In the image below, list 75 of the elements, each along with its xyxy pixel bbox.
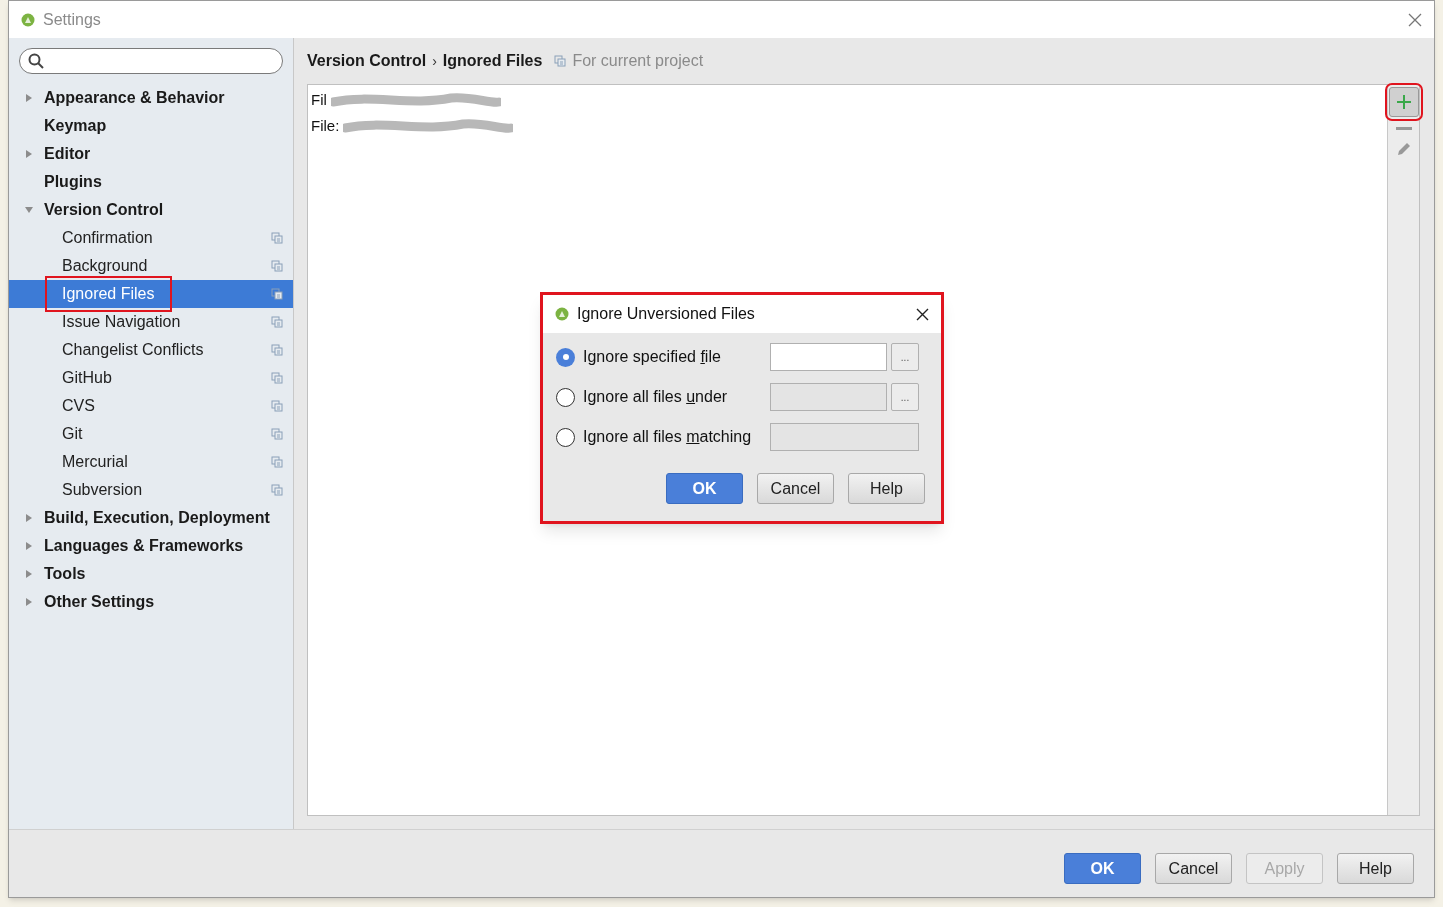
project-scope-icon <box>271 456 283 468</box>
sidebar-item[interactable]: Editor <box>44 142 91 166</box>
project-scope-icon <box>271 400 283 412</box>
breadcrumb-current: Ignored Files <box>442 51 543 71</box>
search-field[interactable] <box>19 48 283 74</box>
radio-label[interactable]: Ignore all files matching <box>583 425 770 449</box>
sidebar-item-label: Subversion <box>61 480 144 500</box>
sidebar-item-label: Git <box>61 424 84 444</box>
radio-button[interactable] <box>556 427 575 447</box>
project-scope-icon <box>554 55 567 67</box>
collapsed-arrow-icon[interactable] <box>24 149 34 159</box>
ok-button[interactable]: OK <box>666 473 743 504</box>
radio-button[interactable] <box>556 347 575 367</box>
dialog-title: Ignore Unversioned Files <box>577 304 755 324</box>
project-scope-icon <box>271 372 283 384</box>
expanded-arrow-icon[interactable] <box>24 205 34 215</box>
collapsed-arrow-icon[interactable] <box>24 513 34 523</box>
project-scope-icon <box>271 344 283 356</box>
browse-button[interactable]: ... <box>891 383 919 411</box>
window-title: Settings <box>43 9 101 30</box>
project-scope-icon <box>271 288 283 300</box>
breadcrumb-separator: › <box>432 51 437 71</box>
sidebar-subitem[interactable]: CVS <box>9 392 293 420</box>
breadcrumb-parent[interactable]: Version Control <box>307 49 427 73</box>
sidebar-item-label: CVS <box>61 396 96 416</box>
sidebar-item-label: Mercurial <box>61 452 129 472</box>
app-logo-icon <box>555 307 569 321</box>
project-scope-icon <box>271 316 283 328</box>
project-scope-icon <box>271 484 283 496</box>
sidebar-subitem[interactable]: Confirmation <box>9 224 293 252</box>
sidebar-subitem[interactable]: Subversion <box>9 476 293 504</box>
sidebar-item-label: Confirmation <box>61 228 154 248</box>
path-field[interactable] <box>770 343 887 371</box>
sidebar-item[interactable]: Build, Execution, Deployment <box>44 506 270 530</box>
minus-icon[interactable] <box>1395 127 1412 131</box>
sidebar-subitem[interactable]: GitHub <box>9 364 293 392</box>
radio-button[interactable] <box>556 387 575 407</box>
pencil-icon[interactable] <box>1395 141 1412 157</box>
project-scope-icon <box>271 232 283 244</box>
sidebar-item[interactable]: Languages & Frameworks <box>44 534 244 558</box>
scope-label: For current project <box>572 51 704 71</box>
list-item[interactable]: File: <box>311 114 340 138</box>
dialog-button[interactable]: Cancel <box>757 473 834 504</box>
collapsed-arrow-icon[interactable] <box>24 541 34 551</box>
sidebar-item-label: GitHub <box>61 368 113 388</box>
sidebar-item[interactable]: Version Control <box>44 198 164 222</box>
dialog-button[interactable]: Cancel <box>1155 853 1232 884</box>
app-logo-icon <box>21 12 35 27</box>
radio-label[interactable]: Ignore all files under <box>583 385 770 409</box>
dialog-button[interactable]: Help <box>1337 853 1414 884</box>
collapsed-arrow-icon[interactable] <box>24 569 34 579</box>
sidebar-item-label: Background <box>61 256 149 276</box>
dialog-button[interactable]: Help <box>848 473 925 504</box>
collapsed-arrow-icon[interactable] <box>24 93 34 103</box>
plus-icon <box>1395 94 1412 110</box>
sidebar-subitem[interactable]: Git <box>9 420 293 448</box>
sidebar-subitem[interactable]: Changelist Conflicts <box>9 336 293 364</box>
sidebar-item-label: Changelist Conflicts <box>61 340 205 360</box>
sidebar-item[interactable]: Tools <box>44 562 86 586</box>
sidebar-item-label: Ignored Files <box>45 276 172 312</box>
project-scope-icon <box>271 260 283 272</box>
search-icon <box>28 53 44 69</box>
sidebar-subitem[interactable]: Mercurial <box>9 448 293 476</box>
sidebar-item[interactable]: Other Settings <box>44 590 155 614</box>
close-icon[interactable] <box>916 307 929 321</box>
ok-button[interactable]: OK <box>1064 853 1141 884</box>
collapsed-arrow-icon[interactable] <box>24 597 34 607</box>
project-scope-icon <box>271 428 283 440</box>
sidebar-item-label: Issue Navigation <box>61 312 182 332</box>
radio-label[interactable]: Ignore specified file <box>583 345 770 369</box>
sidebar-item[interactable]: Keymap <box>44 114 107 138</box>
sidebar-item[interactable]: Plugins <box>44 170 102 194</box>
sidebar-item[interactable]: Appearance & Behavior <box>44 86 225 110</box>
browse-button[interactable]: ... <box>891 343 919 371</box>
list-item[interactable]: Fil <box>311 88 327 112</box>
